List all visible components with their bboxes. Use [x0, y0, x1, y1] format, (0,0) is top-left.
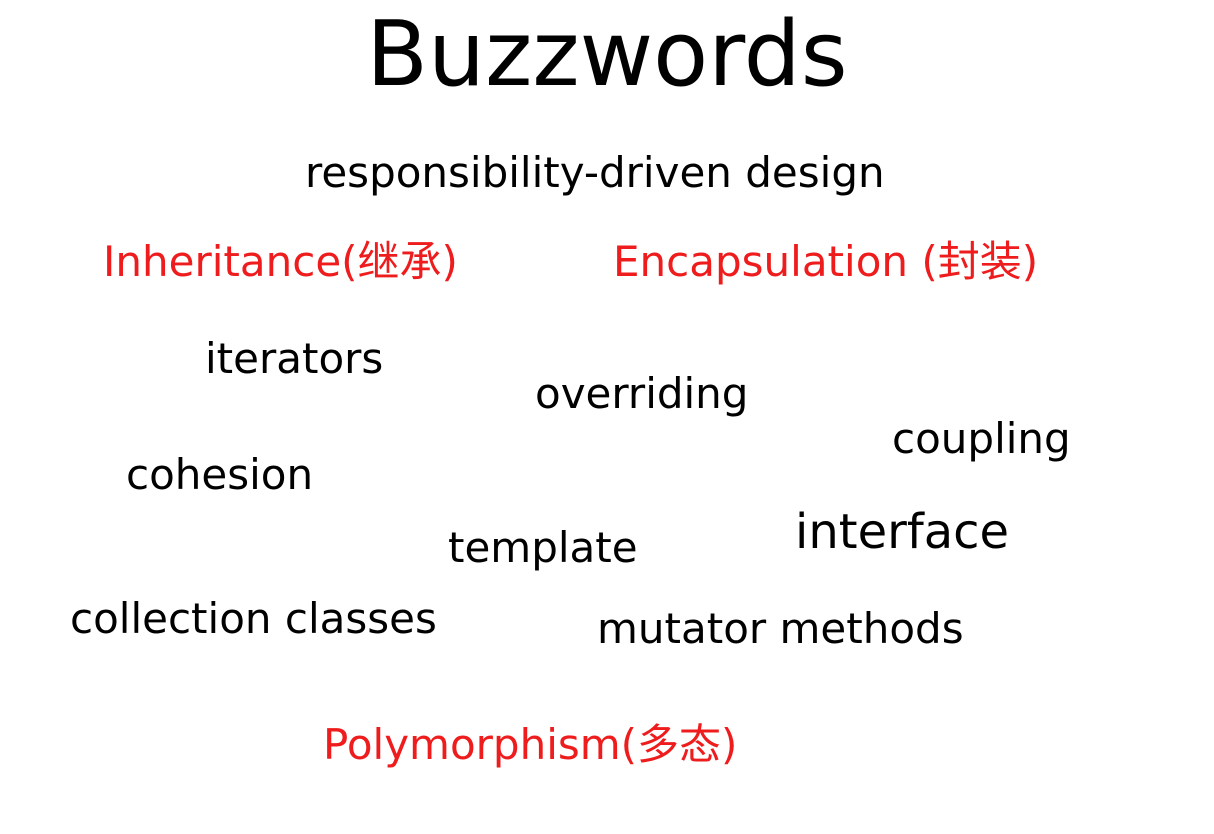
term-coupling: coupling [892, 414, 1071, 463]
term-mutator-methods: mutator methods [597, 604, 964, 653]
term-collection-classes: collection classes [70, 594, 437, 643]
term-interface: interface [795, 504, 1010, 560]
term-inheritance: Inheritance(继承) [103, 237, 458, 286]
term-polymorphism: Polymorphism(多态) [323, 720, 738, 769]
slide-title: Buzzwords [366, 2, 848, 107]
slide: Buzzwords responsibility-driven design I… [0, 0, 1214, 834]
term-cohesion: cohesion [126, 450, 314, 499]
term-overriding: overriding [535, 369, 749, 418]
term-iterators: iterators [205, 334, 384, 383]
term-responsibility-driven-design: responsibility-driven design [305, 148, 885, 197]
term-template: template [448, 523, 638, 572]
term-encapsulation: Encapsulation (封装) [613, 237, 1039, 286]
